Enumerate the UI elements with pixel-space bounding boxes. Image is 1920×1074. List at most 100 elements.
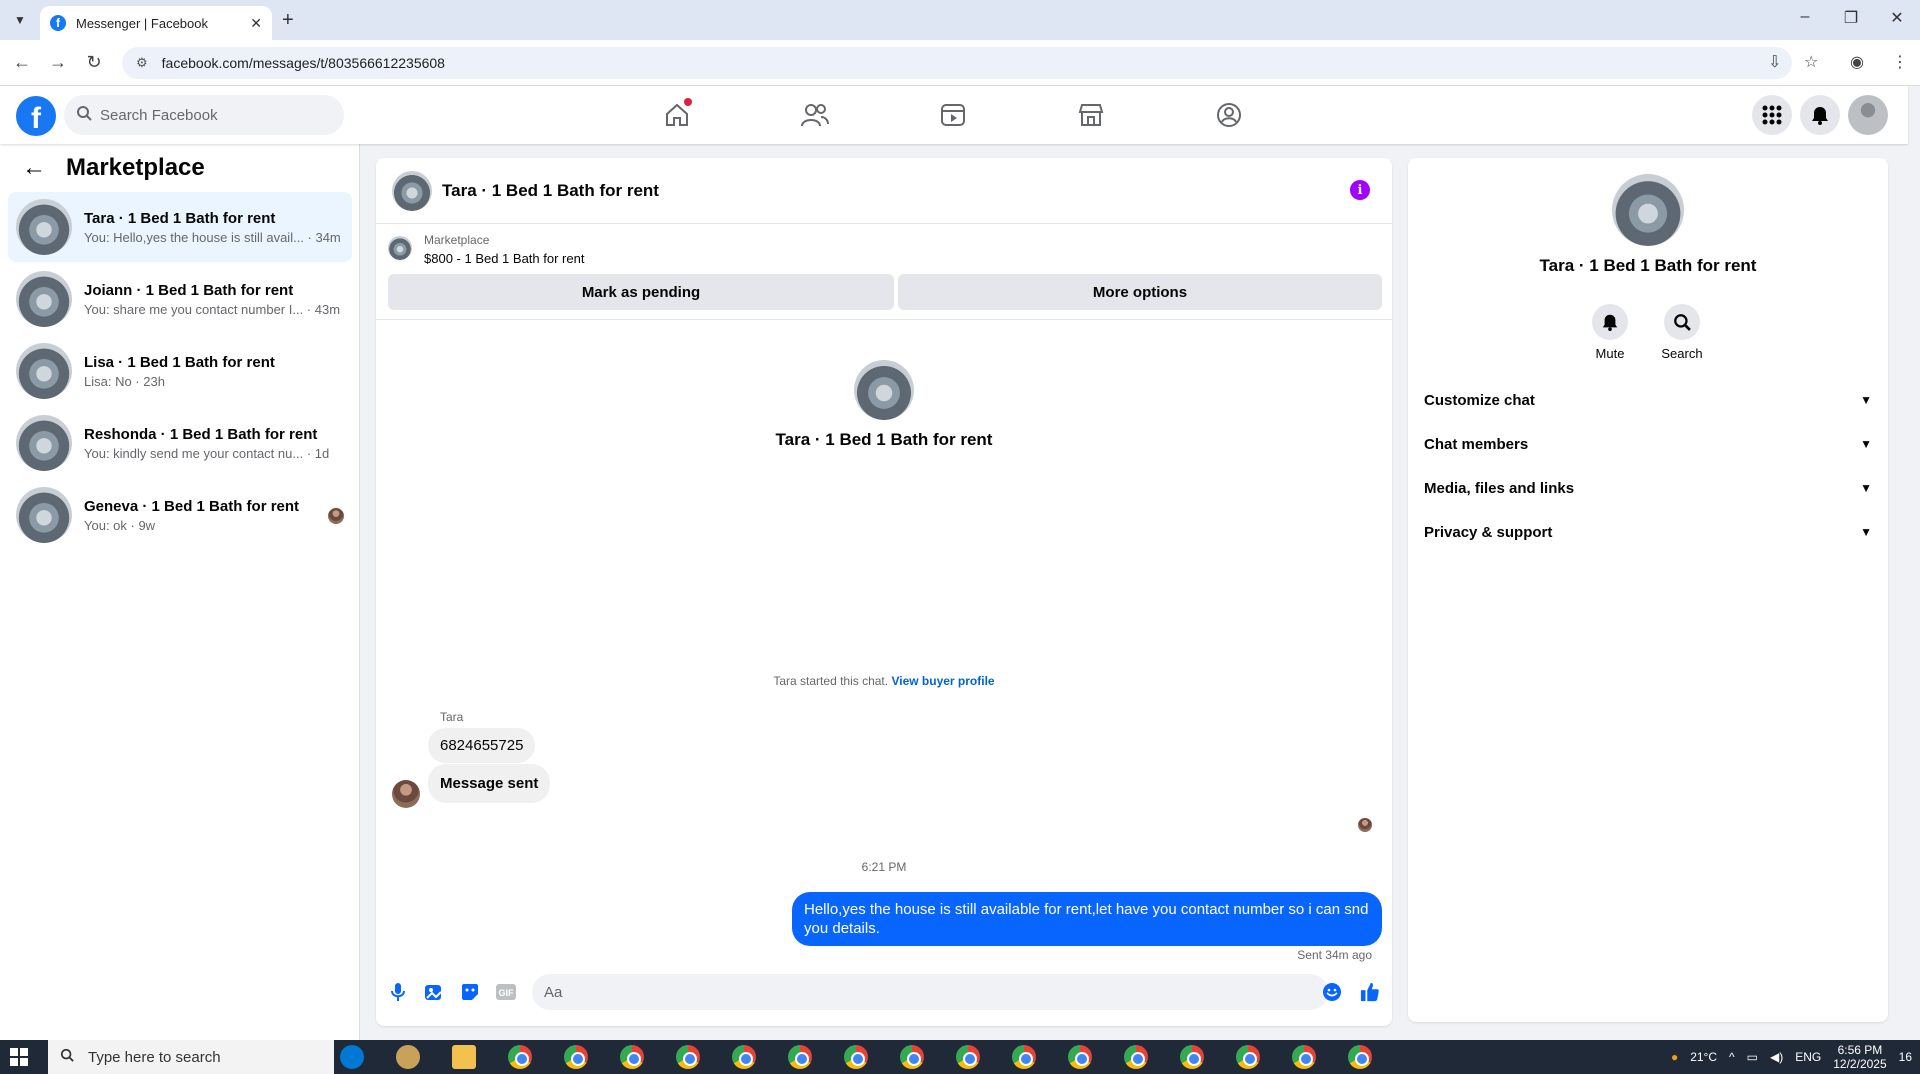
sticker-icon[interactable] [460,982,480,1002]
chrome-icon[interactable] [676,1045,700,1069]
file-explorer-icon[interactable] [452,1045,476,1069]
emoji-icon[interactable] [1322,982,1342,1002]
info-icon[interactable]: i [1350,180,1370,200]
weather-icon[interactable]: ● [1671,1050,1678,1064]
conversation-item[interactable]: Lisa · 1 Bed 1 Bath for rent Lisa: No · … [8,336,352,406]
chrome-icon[interactable] [844,1045,868,1069]
conversation-item[interactable]: Reshonda · 1 Bed 1 Bath for rent You: ki… [8,408,352,478]
chrome-icon[interactable] [900,1045,924,1069]
conversation-item[interactable]: Geneva · 1 Bed 1 Bath for rent You: ok ·… [8,480,352,550]
chrome-icon[interactable] [1292,1045,1316,1069]
conversation-snippet: You: kindly send me your contact nu... ·… [84,445,330,461]
install-app-icon[interactable]: ⇩ [1768,52,1781,72]
mark-pending-button[interactable]: Mark as pending [388,274,894,310]
tray-chevron-icon[interactable]: ^ [1729,1050,1735,1064]
language-indicator[interactable]: ENG [1795,1050,1821,1064]
chrome-icon[interactable] [1180,1045,1204,1069]
minimize-icon[interactable]: – [1790,8,1820,26]
chat-avatar[interactable] [392,170,432,211]
photo-icon[interactable] [424,982,444,1002]
notification-count[interactable]: 16 [1899,1050,1912,1064]
taskbar-search[interactable]: Type here to search [48,1040,334,1074]
listing-thumbnail [16,199,72,255]
facebook-logo[interactable]: f [16,96,56,136]
gif-icon[interactable]: GIF [496,982,516,1002]
forward-icon[interactable]: → [46,50,70,74]
start-icon[interactable] [10,1048,28,1066]
chrome-icon[interactable] [1068,1045,1092,1069]
listing-thumbnail [16,487,72,543]
chat-members-row[interactable]: Chat members ▼ [1424,426,1872,462]
window-close-icon[interactable]: ✕ [1882,8,1912,28]
taskbar-clock[interactable]: 6:56 PM 12/2/2025 [1833,1043,1886,1071]
menu-grid-icon[interactable] [1752,95,1792,135]
chrome-icon[interactable] [620,1045,644,1069]
home-icon[interactable] [662,98,692,130]
privacy-support-row[interactable]: Privacy & support ▼ [1424,514,1872,550]
browser-menu-icon[interactable]: ⋮ [1892,52,1908,72]
view-buyer-profile-link[interactable]: View buyer profile [891,674,994,688]
conversation-item[interactable]: Tara · 1 Bed 1 Bath for rent You: Hello,… [8,192,352,262]
search-icon [76,105,92,125]
url-text: facebook.com/messages/t/803566612235608 [161,55,445,71]
restore-icon[interactable]: ❐ [1836,8,1866,28]
video-icon[interactable] [938,100,968,130]
chat-details-panel: Tara · 1 Bed 1 Bath for rent Mute Search… [1408,158,1888,1022]
browser-tab[interactable]: f Messenger | Facebook ✕ [40,6,272,40]
edge-icon[interactable] [340,1045,364,1069]
marketplace-icon[interactable] [1076,100,1106,130]
site-info-icon[interactable]: ⚙ [136,55,148,71]
details-avatar [1612,174,1684,246]
gaming-icon[interactable] [1214,100,1244,130]
conversation-snippet: You: share me you contact number I... · … [84,301,341,317]
chrome-icon[interactable] [1348,1045,1372,1069]
chat-title[interactable]: Tara · 1 Bed 1 Bath for rent [442,181,659,201]
system-tray: ● 21°C ^ ▭ ◀) ENG 6:56 PM 12/2/2025 16 [1671,1040,1912,1074]
conversation-item[interactable]: Joiann · 1 Bed 1 Bath for rent You: shar… [8,264,352,334]
thumbs-up-icon[interactable] [1360,982,1380,1002]
chrome-icon[interactable] [788,1045,812,1069]
microphone-icon[interactable] [388,982,408,1002]
chat-panel: Tara · 1 Bed 1 Bath for rent i Marketpla… [376,158,1392,1026]
app-icon[interactable] [396,1045,420,1069]
volume-icon[interactable]: ◀) [1770,1050,1783,1064]
chrome-icon[interactable] [1236,1045,1260,1069]
friends-icon[interactable] [800,100,830,130]
tab-title: Messenger | Facebook [76,15,208,31]
reload-icon[interactable]: ↻ [82,50,106,74]
account-avatar[interactable] [1848,95,1888,135]
chrome-icon[interactable] [956,1045,980,1069]
tab-search-icon[interactable]: ▼ [8,8,32,32]
url-field[interactable]: ⚙ facebook.com/messages/t/80356661223560… [122,47,1792,79]
new-tab-icon[interactable]: + [282,9,294,32]
network-icon[interactable]: ▭ [1747,1050,1758,1064]
back-arrow-icon[interactable]: ← [22,154,46,182]
read-receipt-avatar [328,508,344,524]
chrome-icon[interactable] [508,1045,532,1069]
profile-icon[interactable]: ◉ [1850,52,1864,72]
chrome-icon[interactable] [1124,1045,1148,1069]
chrome-icon[interactable] [564,1045,588,1069]
back-icon[interactable]: ← [10,50,34,74]
outgoing-message[interactable]: Hello,yes the house is still available f… [792,892,1382,946]
bookmark-star-icon[interactable]: ☆ [1804,52,1818,72]
customize-chat-row[interactable]: Customize chat ▼ [1424,382,1872,418]
incoming-message[interactable]: Message sent [428,764,551,803]
sender-avatar[interactable] [392,780,420,808]
chrome-icon[interactable] [1012,1045,1036,1069]
search-button[interactable]: Search [1652,304,1712,361]
more-options-button[interactable]: More options [898,274,1382,310]
mute-button[interactable]: Mute [1580,304,1640,361]
row-label: Media, files and links [1424,479,1575,497]
notifications-bell-icon[interactable] [1800,95,1840,135]
message-input[interactable]: Aa [532,974,1328,1010]
tab-close-icon[interactable]: ✕ [250,15,262,32]
temperature[interactable]: 21°C [1690,1050,1717,1064]
listing-title[interactable]: $800 - 1 Bed 1 Bath for rent [424,251,584,266]
chrome-icon[interactable] [732,1045,756,1069]
media-files-row[interactable]: Media, files and links ▼ [1424,470,1872,506]
notification-dot [684,98,692,106]
sidebar-header: ← Marketplace [22,154,205,182]
facebook-search-input[interactable]: Search Facebook [64,95,344,135]
incoming-message[interactable]: 6824655725 [428,728,536,763]
